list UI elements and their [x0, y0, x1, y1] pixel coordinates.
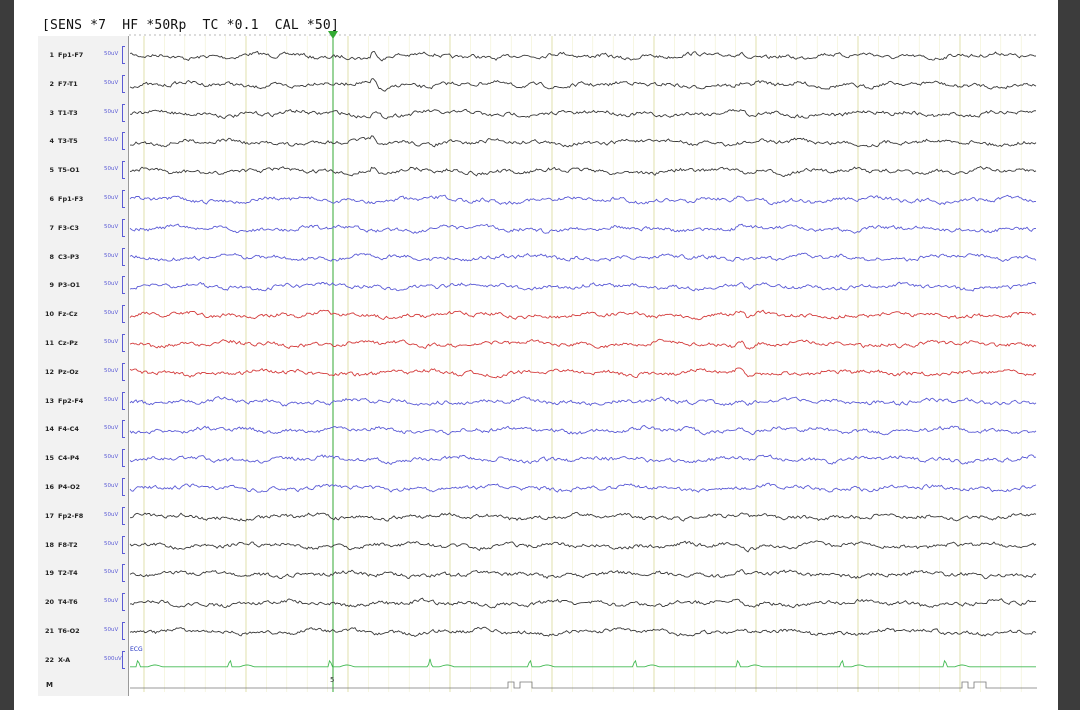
eeg-trace-pz-oz	[129, 367, 1037, 379]
eeg-trace-t5-o1	[129, 165, 1037, 178]
eeg-trace-f3-c3	[129, 223, 1037, 234]
eeg-trace-t3-t5	[130, 135, 1037, 148]
eeg-trace-f4-c4	[129, 425, 1037, 436]
eeg-trace-cz-pz	[129, 338, 1037, 350]
eeg-trace-c4-p4	[129, 454, 1037, 465]
eeg-trace-t1-t3	[129, 108, 1037, 120]
eeg-trace-t2-t4	[129, 568, 1037, 580]
eeg-trace-p3-o1	[129, 281, 1037, 292]
eeg-trace-fp2-f4	[129, 396, 1037, 407]
eeg-trace-fp1-f3	[129, 194, 1037, 206]
cursor-triangle-icon[interactable]	[328, 31, 338, 39]
eeg-trace-x-a	[130, 658, 1036, 668]
eeg-trace-area[interactable]	[0, 0, 1080, 710]
eeg-trace-fp2-f8	[130, 511, 1037, 522]
marker-row-label: M	[46, 681, 53, 689]
eeg-trace-fp1-f7	[129, 50, 1037, 62]
eeg-trace-p4-o2	[129, 482, 1037, 493]
eeg-trace-f8-t2	[129, 540, 1037, 553]
eeg-trace-f7-t1	[129, 77, 1037, 92]
ecg-tag: ECG	[130, 646, 143, 653]
eeg-trace-t4-t6	[129, 597, 1037, 609]
second-mark: 5	[330, 676, 335, 684]
eeg-trace-c3-p3	[129, 252, 1037, 263]
eeg-trace-t6-o2	[129, 626, 1037, 638]
marker-trace	[130, 681, 1037, 689]
eeg-trace-fz-cz	[129, 309, 1037, 321]
